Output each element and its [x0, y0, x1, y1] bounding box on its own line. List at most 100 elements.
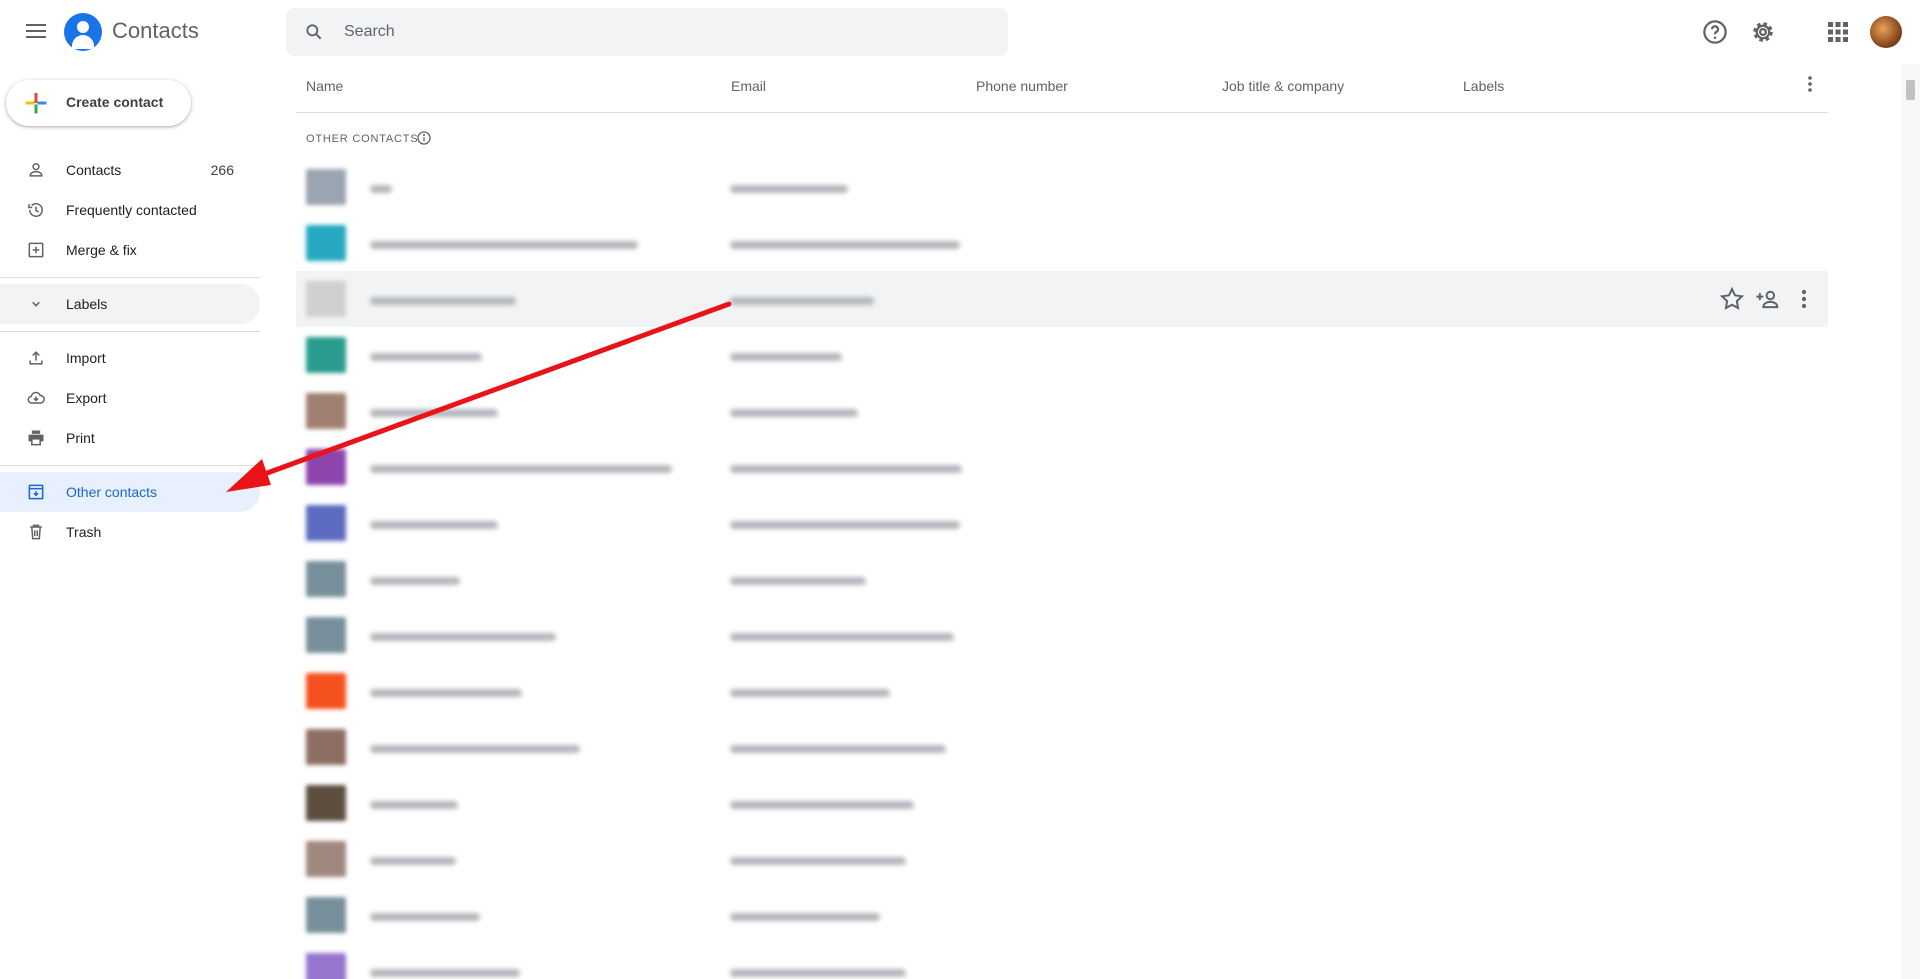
contact-avatar — [306, 617, 346, 653]
info-icon[interactable] — [416, 130, 432, 146]
contact-name-blurred — [370, 633, 556, 641]
table-row[interactable] — [296, 383, 1828, 439]
create-contact-button[interactable]: Create contact — [6, 80, 191, 126]
contact-name-blurred — [370, 801, 458, 809]
contact-email-blurred — [730, 185, 848, 193]
contact-name-blurred — [370, 185, 392, 193]
table-row[interactable] — [296, 271, 1828, 327]
more-vert-icon[interactable] — [1798, 72, 1822, 96]
contact-email-blurred — [730, 969, 906, 977]
chevron-down-icon — [32, 301, 40, 307]
column-header-email[interactable]: Email — [731, 78, 766, 94]
contact-email-blurred — [730, 465, 962, 473]
archive-icon — [28, 484, 44, 500]
settings-icon[interactable] — [1748, 17, 1778, 47]
table-row[interactable] — [296, 215, 1828, 271]
apps-icon[interactable] — [1823, 17, 1853, 47]
table-row[interactable] — [296, 607, 1828, 663]
contact-name-blurred — [370, 913, 480, 921]
contact-avatar — [306, 169, 346, 205]
contact-email-blurred — [730, 801, 914, 809]
contact-email-blurred — [730, 745, 946, 753]
sidebar-item-trash[interactable]: Trash — [0, 512, 260, 552]
contact-email-blurred — [730, 857, 906, 865]
sidebar-item-label: Merge & fix — [66, 242, 137, 258]
table-row[interactable] — [296, 551, 1828, 607]
table-row[interactable] — [296, 719, 1828, 775]
cloud-download-icon — [27, 391, 45, 404]
sidebar-divider — [0, 465, 260, 466]
table-row[interactable] — [296, 327, 1828, 383]
account-avatar[interactable] — [1870, 16, 1902, 48]
table-row[interactable] — [296, 495, 1828, 551]
table-row[interactable] — [296, 439, 1828, 495]
app-title: Contacts — [112, 18, 199, 43]
search-input[interactable] — [344, 8, 984, 56]
sidebar-item-frequently-contacted[interactable]: Frequently contacted — [0, 190, 260, 230]
sidebar-item-label: Trash — [66, 524, 102, 540]
sidebar-item-contacts[interactable]: Contacts 266 — [0, 150, 260, 190]
menu-icon[interactable] — [20, 20, 52, 44]
trash-icon — [30, 524, 42, 540]
sidebar-item-label: Import — [66, 350, 106, 366]
contacts-count: 266 — [210, 162, 234, 178]
sidebar-item-import[interactable]: Import — [0, 338, 260, 378]
sidebar-item-label: Labels — [66, 296, 108, 312]
contact-avatar — [306, 785, 346, 821]
table-row[interactable] — [296, 775, 1828, 831]
table-row[interactable] — [296, 943, 1828, 979]
sidebar-item-label: Other contacts — [66, 484, 158, 500]
sidebar-item-other-contacts[interactable]: Other contacts — [0, 472, 260, 512]
search-icon[interactable] — [304, 22, 324, 42]
column-header-job[interactable]: Job title & company — [1222, 78, 1344, 94]
contact-email-blurred — [730, 913, 880, 921]
sidebar-item-merge-fix[interactable]: Merge & fix — [0, 230, 260, 270]
contact-avatar — [306, 897, 346, 933]
app-header: Contacts — [0, 0, 1920, 64]
section-label: OTHER CONTACTS — [306, 133, 419, 145]
contact-name-blurred — [370, 689, 522, 697]
scrollbar-thumb[interactable] — [1906, 80, 1915, 100]
history-icon — [28, 203, 43, 217]
plus-icon — [25, 93, 47, 114]
contacts-app: Contacts Search Create contact Contacts … — [0, 0, 1920, 979]
table-row[interactable] — [296, 887, 1828, 943]
scrollbar[interactable] — [1901, 64, 1920, 979]
column-header-name[interactable]: Name — [306, 78, 343, 94]
person-icon — [29, 163, 43, 177]
contact-name-blurred — [370, 745, 580, 753]
contact-name-blurred — [370, 857, 456, 865]
contact-avatar — [306, 505, 346, 541]
sidebar-item-print[interactable]: Print — [0, 418, 260, 458]
more-vert-icon[interactable] — [1790, 285, 1818, 313]
help-icon[interactable] — [1700, 17, 1730, 47]
contact-avatar — [306, 225, 346, 261]
table-row[interactable] — [296, 831, 1828, 887]
contact-name-blurred — [370, 353, 482, 361]
sidebar-divider — [0, 331, 260, 332]
table-row[interactable] — [296, 159, 1828, 215]
star-icon[interactable] — [1718, 285, 1746, 313]
contact-email-blurred — [730, 689, 890, 697]
sidebar-item-label: Print — [66, 430, 95, 446]
contact-name-blurred — [370, 241, 638, 249]
add-contact-icon[interactable] — [1754, 285, 1782, 313]
sidebar-item-label: Frequently contacted — [66, 202, 197, 218]
contact-avatar — [306, 841, 346, 877]
table-row[interactable] — [296, 663, 1828, 719]
contact-name-blurred — [370, 409, 498, 417]
contact-name-blurred — [370, 297, 516, 305]
contacts-logo-icon — [64, 13, 102, 51]
column-header-phone[interactable]: Phone number — [976, 78, 1068, 94]
search-bar[interactable] — [286, 8, 1008, 56]
column-header-labels[interactable]: Labels — [1463, 78, 1504, 94]
sidebar-item-labels[interactable]: Labels — [0, 284, 260, 324]
contact-email-blurred — [730, 297, 874, 305]
sidebar-item-export[interactable]: Export — [0, 378, 260, 418]
contact-email-blurred — [730, 353, 842, 361]
contact-email-blurred — [730, 577, 866, 585]
contact-name-blurred — [370, 969, 520, 977]
merge-icon — [28, 242, 44, 258]
contact-name-blurred — [370, 521, 498, 529]
contact-name-blurred — [370, 465, 672, 473]
